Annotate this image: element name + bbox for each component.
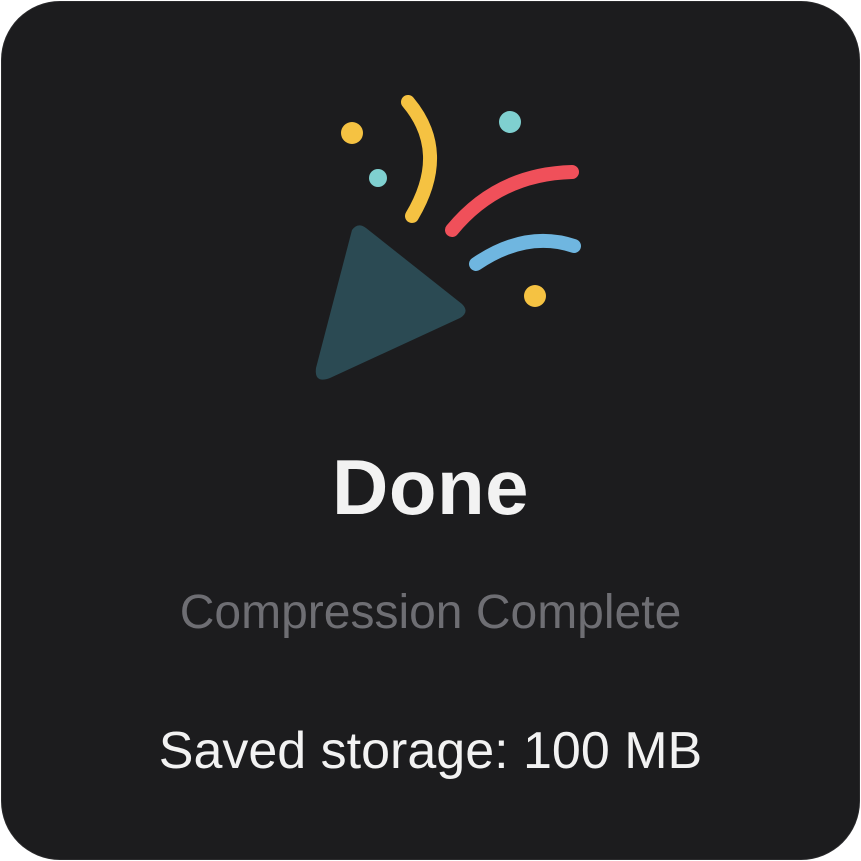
confetti-dot: [524, 285, 546, 307]
red-streamer: [445, 165, 579, 237]
confetti-dot: [369, 169, 387, 187]
dialog-subtitle: Compression Complete: [179, 586, 682, 639]
dialog-title: Done: [332, 443, 529, 531]
confetti-dot: [499, 111, 521, 133]
blue-streamer: [469, 233, 581, 271]
yellow-streamer: [401, 95, 437, 223]
popper-cone: [315, 225, 466, 380]
party-popper-icon: [315, 95, 581, 380]
confetti-dot: [341, 122, 363, 144]
saved-storage-text: Saved storage: 100 MB: [158, 722, 703, 780]
completion-dialog: Done Compression Complete Saved storage:…: [2, 2, 859, 859]
